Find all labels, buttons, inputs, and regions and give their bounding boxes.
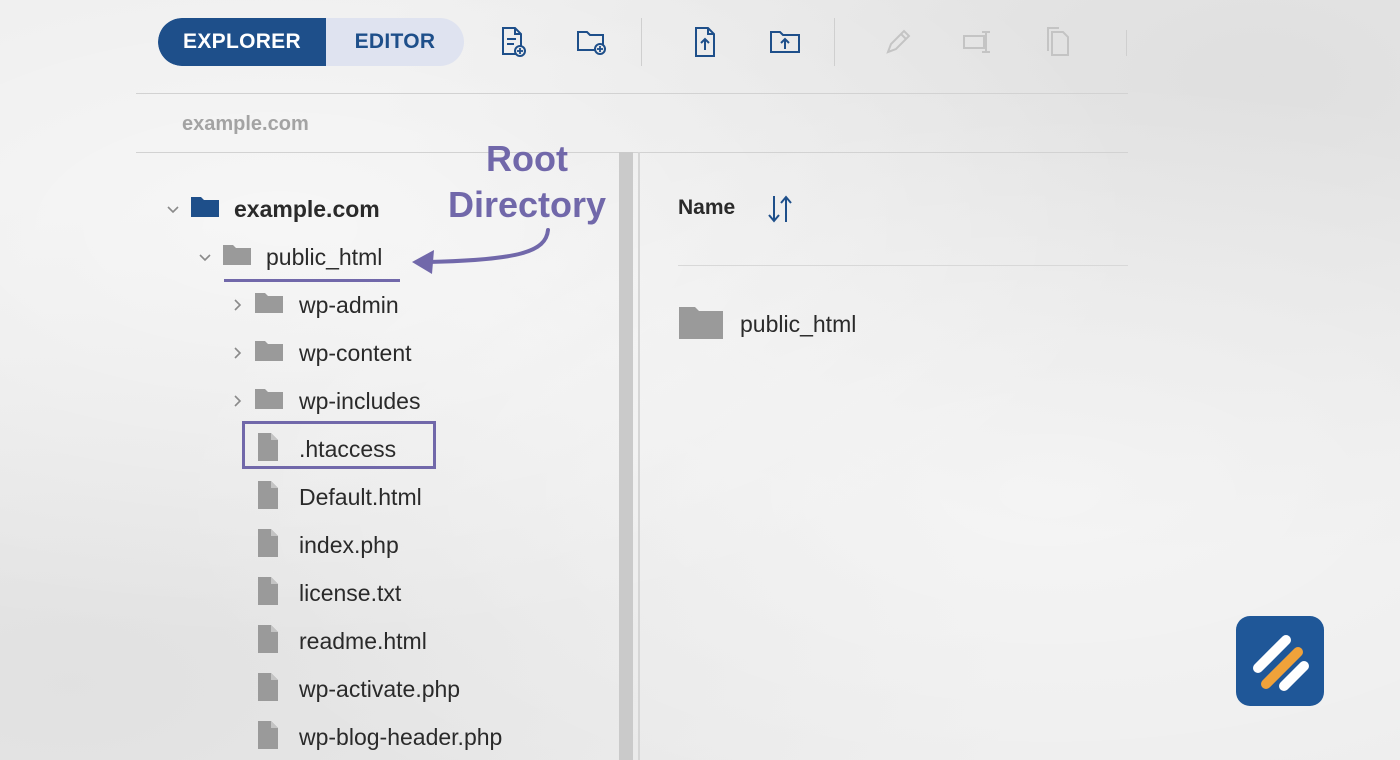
breadcrumb[interactable]: example.com: [182, 113, 309, 136]
folder-icon: [254, 339, 284, 368]
folder-icon: [190, 195, 220, 224]
toolbar-separator: [136, 93, 1128, 94]
tree-item-folder[interactable]: wp-includes: [228, 381, 420, 421]
new-folder-icon[interactable]: [574, 24, 610, 60]
file-icon: [256, 576, 280, 611]
tree-label: example.com: [234, 195, 380, 222]
tree-label: wp-activate.php: [299, 675, 461, 702]
brand-logo: [1236, 616, 1324, 706]
tree-label: wp-includes: [299, 387, 421, 414]
annotation-line: Root: [486, 138, 568, 179]
move-icon[interactable]: [959, 24, 995, 60]
annotation-arrow: [412, 228, 550, 274]
chevron-right-icon[interactable]: [228, 344, 246, 362]
tree-item-file[interactable]: wp-activate.php: [256, 669, 460, 709]
tree-label: readme.html: [299, 627, 427, 654]
file-icon: [256, 480, 280, 515]
chevron-right-icon[interactable]: [228, 392, 246, 410]
tree-item-file[interactable]: readme.html: [256, 621, 427, 661]
tree-label: wp-admin: [299, 291, 399, 318]
folder-icon: [254, 291, 284, 320]
tree-item-root[interactable]: example.com: [164, 189, 380, 229]
tree-item-file[interactable]: Default.html: [256, 477, 422, 517]
tree-label: index.php: [299, 531, 399, 558]
toolbar-divider: [834, 18, 835, 66]
tree-label: wp-blog-header.php: [299, 723, 503, 750]
rename-icon[interactable]: [880, 24, 916, 60]
view-toggle: EXPLORER EDITOR: [158, 18, 464, 66]
folder-icon: [222, 243, 252, 272]
annotation-underline: [224, 279, 400, 282]
folder-icon: [254, 387, 284, 416]
copy-icon[interactable]: [1040, 24, 1076, 60]
chevron-down-icon[interactable]: [164, 200, 182, 218]
list-item-label: public_html: [740, 311, 857, 337]
editor-tab[interactable]: EDITOR: [326, 18, 464, 66]
chevron-right-icon[interactable]: [228, 296, 246, 314]
sort-icon[interactable]: [765, 192, 795, 231]
toolbar-divider: [1126, 30, 1127, 56]
file-icon: [256, 720, 280, 755]
toolbar-divider: [641, 18, 642, 66]
tree-item-folder[interactable]: wp-admin: [228, 285, 399, 325]
tree-item-folder[interactable]: wp-content: [228, 333, 412, 373]
htaccess-highlight-box: [242, 421, 436, 469]
file-icon: [256, 528, 280, 563]
root-directory-annotation: Root Directory: [443, 136, 611, 228]
tree-label: wp-content: [299, 339, 412, 366]
header-divider: [678, 265, 1128, 266]
explorer-tab[interactable]: EXPLORER: [158, 18, 326, 66]
pane-divider: [638, 152, 640, 760]
folder-icon: [678, 304, 724, 345]
tree-label: public_html: [266, 243, 383, 270]
chevron-down-icon[interactable]: [196, 248, 214, 266]
tree-label: Default.html: [299, 483, 422, 510]
tree-item-file[interactable]: wp-blog-header.php: [256, 717, 502, 757]
tree-item-file[interactable]: license.txt: [256, 573, 401, 613]
tree-item-public-html[interactable]: public_html: [196, 237, 382, 277]
list-item[interactable]: public_html: [678, 304, 856, 345]
file-icon: [256, 624, 280, 659]
tree-item-file[interactable]: index.php: [256, 525, 399, 565]
column-header-name[interactable]: Name: [678, 196, 735, 220]
upload-file-icon[interactable]: [687, 24, 723, 60]
file-icon: [256, 672, 280, 707]
pane-splitter[interactable]: [619, 152, 633, 760]
tree-label: license.txt: [299, 579, 402, 606]
upload-folder-icon[interactable]: [767, 24, 803, 60]
new-file-icon[interactable]: [495, 24, 531, 60]
